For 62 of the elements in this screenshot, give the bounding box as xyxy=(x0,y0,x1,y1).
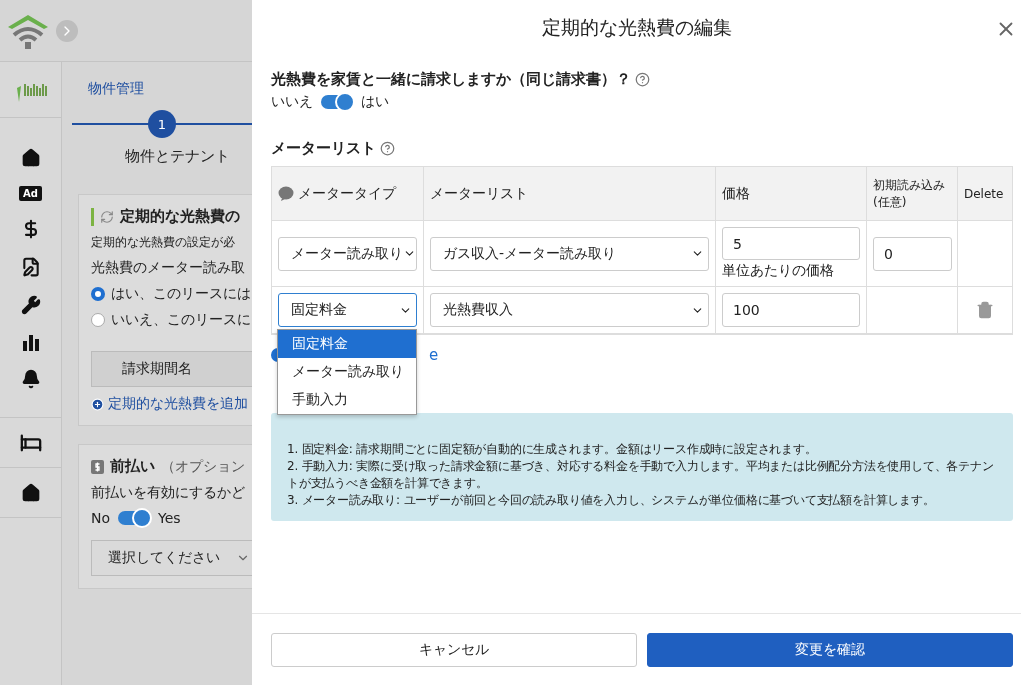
price-field[interactable]: 100 xyxy=(722,293,860,327)
toggle-on-label: はい xyxy=(361,93,389,111)
chat-bubble-icon xyxy=(278,186,294,201)
wrench-icon xyxy=(20,295,41,315)
step-number: 1 xyxy=(148,110,176,138)
toggle-off-label: いいえ xyxy=(271,93,313,111)
meter-type-select[interactable]: メーター読み取り xyxy=(278,236,417,271)
column-header: メーターリスト xyxy=(430,184,528,203)
card-title: 定期的な光熱費の xyxy=(120,207,240,226)
question-label: 光熱費を家賃と一緒に請求しますか（同じ請求書）？ xyxy=(271,70,631,89)
bell-icon xyxy=(20,369,41,389)
info-text: 1. 固定料金: 請求期間ごとに固定額が自動的に生成されます。金額はリース作成時に設定されます。 xyxy=(287,441,818,458)
meter-select[interactable]: ガス収入-メーター読み取り xyxy=(430,236,709,271)
column-header: メータータイプ xyxy=(298,184,396,203)
toggle-on-label: Yes xyxy=(158,510,181,526)
dropdown-option[interactable]: 固定料金 xyxy=(278,330,416,358)
info-text: 2. 手動入力: 実際に受け取った請求金額に基づき、対応する料金を手動で入力します。平均または比例配分方法を使用して、各テナントが支払うべき金額を計算できます。 xyxy=(287,458,995,492)
card-subtitle: （オプション xyxy=(161,457,245,476)
select-placeholder: 選択してください xyxy=(108,549,220,567)
home-icon xyxy=(20,148,41,168)
toggle-switch[interactable] xyxy=(321,95,353,109)
radio-button[interactable] xyxy=(91,287,105,301)
add-link[interactable]: e xyxy=(429,346,439,364)
bar-chart-icon xyxy=(21,333,40,351)
dropdown-option[interactable]: メーター読み取り xyxy=(278,358,416,386)
question-label: 前払いを有効にするかど xyxy=(91,484,246,502)
card-description: 定期的な光熱費の設定が必 xyxy=(91,234,236,251)
dollar-badge-icon xyxy=(91,459,104,474)
section-title: メーターリスト xyxy=(271,139,376,158)
add-link[interactable]: 定期的な光熱費を追加 xyxy=(108,395,248,413)
cancel-button[interactable]: キャンセル xyxy=(271,632,637,667)
radio-button[interactable] xyxy=(91,313,105,327)
toggle-off-label: No xyxy=(91,510,111,526)
confirm-button[interactable]: 変更を確認 xyxy=(647,632,1013,667)
trash-icon[interactable] xyxy=(976,301,994,319)
dropdown-option[interactable]: 手動入力 xyxy=(278,386,416,414)
price-hint: 単位あたりの価格 xyxy=(722,262,835,280)
step-label: 物件とテナント xyxy=(124,147,230,166)
select-field[interactable]: 選択してください xyxy=(91,540,252,576)
breadcrumb-link[interactable]: 物件管理 xyxy=(88,80,252,98)
plus-circle-icon xyxy=(91,397,104,411)
question-label: 光熱費のメーター読み取 xyxy=(91,259,246,277)
card-title: 前払い xyxy=(110,457,155,476)
document-pen-icon xyxy=(20,257,41,277)
help-icon xyxy=(635,72,650,87)
toggle-switch[interactable] xyxy=(118,511,151,525)
column-header: Delete xyxy=(964,186,1004,201)
dialog-title: 定期的な光熱費の編集 xyxy=(541,15,732,40)
price-field[interactable]: 5 xyxy=(722,227,860,260)
column-header: 価格 xyxy=(722,184,750,203)
help-icon xyxy=(380,141,395,156)
refresh-icon xyxy=(100,209,114,224)
column-header: 初期読み込み (任意) xyxy=(873,176,946,211)
initial-reading-field[interactable]: 0 xyxy=(873,236,952,271)
table-header: 請求期間名 xyxy=(91,351,252,387)
meter-type-select[interactable]: 固定料金 xyxy=(278,293,417,327)
house-icon xyxy=(20,482,41,503)
info-text: 3. メーター読み取り: ユーザーが前回と今回の読み取り値を入力し、システムが単位価格に基づいて支払額を計算します。 xyxy=(287,492,936,509)
meter-select[interactable]: 光熱費収入 xyxy=(430,293,709,327)
radio-label: いいえ、このリースに xyxy=(111,311,251,329)
radio-label: はい、このリースには xyxy=(111,285,251,303)
ad-icon[interactable]: Ad xyxy=(19,186,42,201)
